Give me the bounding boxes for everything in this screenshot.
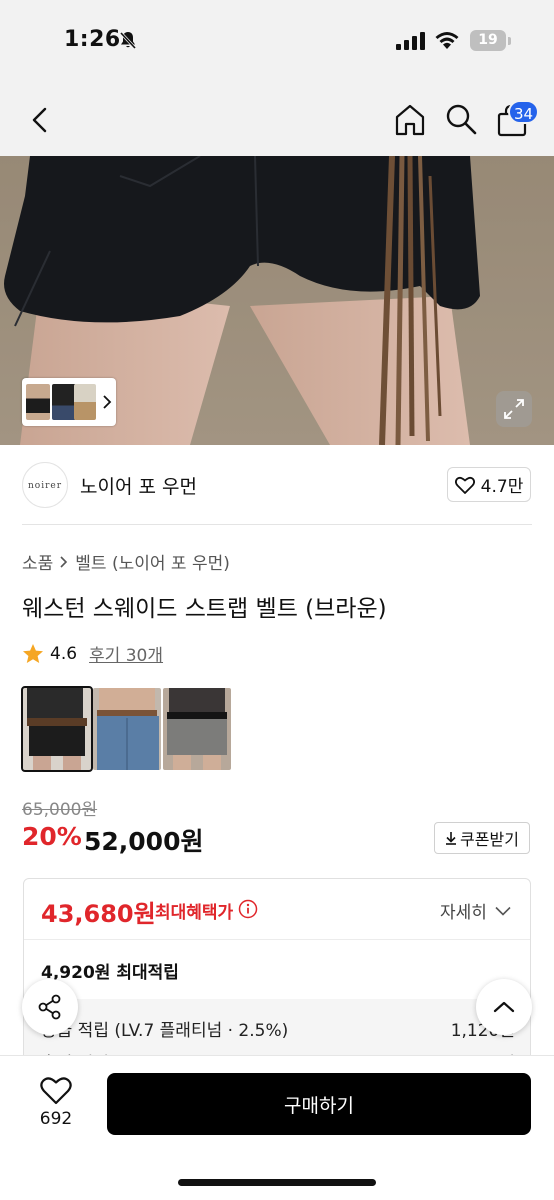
discount-rate: 20%	[22, 822, 82, 851]
review-link[interactable]: 후기 30개	[89, 641, 163, 666]
chevron-right-icon	[60, 555, 68, 568]
coupon-label: 쿠폰받기	[460, 830, 519, 849]
heart-icon	[454, 476, 475, 494]
info-icon[interactable]	[238, 899, 258, 919]
cart-count-badge[interactable]: 34	[508, 100, 540, 124]
back-arrow-icon[interactable]	[24, 102, 58, 138]
gallery-thumbnail-strip[interactable]	[22, 378, 116, 426]
chevron-up-icon	[493, 1001, 515, 1013]
expand-icon	[504, 399, 524, 419]
gallery-thumbnail[interactable]	[26, 384, 50, 420]
home-indicator	[178, 1179, 376, 1186]
points-row: 등급 적립 (LV.7 플래티넘 · 2.5%) 1,120원	[41, 1016, 515, 1041]
buy-button[interactable]: 구매하기	[107, 1073, 531, 1135]
option-thumbnail[interactable]	[93, 688, 161, 770]
product-title: 웨스턴 스웨이드 스트랩 벨트 (브라운)	[22, 596, 387, 622]
benefit-summary-box: 43,680원 최대혜택가 자세히 4,920원 최대적립 등급 적립 (LV.…	[23, 878, 531, 1078]
brand-logo[interactable]: noirer	[22, 462, 68, 508]
rating-score: 4.6	[50, 643, 78, 664]
divider	[22, 524, 532, 525]
download-icon	[446, 832, 457, 845]
max-benefit-label: 최대혜택가	[155, 903, 234, 923]
heart-icon[interactable]	[40, 1076, 72, 1106]
detail-label: 자세히	[440, 903, 487, 923]
chevron-down-icon	[495, 906, 511, 916]
breadcrumb-item[interactable]: 벨트 (노이어 포 우먼)	[75, 549, 230, 574]
coupon-download-button[interactable]: 쿠폰받기	[434, 822, 530, 854]
share-icon	[38, 994, 61, 1020]
search-icon[interactable]	[444, 102, 478, 136]
max-benefit-price: 43,680원	[41, 900, 156, 928]
wish-count: 692	[39, 1109, 73, 1129]
sale-price: 52,000원	[84, 827, 204, 856]
scroll-top-button[interactable]	[476, 979, 532, 1035]
option-image	[163, 688, 231, 770]
max-points: 4,920원 최대적립	[41, 963, 179, 983]
star-icon	[23, 643, 43, 663]
top-nav-bar	[0, 84, 554, 156]
wifi-icon	[435, 32, 459, 49]
breadcrumb: 소품 벨트 (노이어 포 우먼)	[22, 549, 230, 574]
bell-slash-icon	[119, 31, 137, 50]
status-bar: 1:26 19	[0, 0, 554, 84]
divider	[24, 939, 530, 940]
original-price: 65,000원	[22, 800, 98, 820]
brand-like-count: 4.7만	[480, 477, 524, 497]
gallery-thumbnail[interactable]	[74, 384, 96, 420]
brand-like-button[interactable]: 4.7만	[447, 467, 531, 502]
breadcrumb-item[interactable]: 소품	[22, 549, 53, 574]
option-image	[23, 688, 91, 770]
option-image	[93, 688, 161, 770]
option-thumbnail[interactable]	[163, 688, 231, 770]
share-button[interactable]	[22, 979, 78, 1035]
battery-tip	[508, 37, 511, 45]
option-thumbnail-selected[interactable]	[21, 686, 93, 772]
cellular-signal-icon	[396, 32, 425, 50]
rating-summary: 4.6 후기 30개	[22, 641, 163, 666]
brand-name[interactable]: 노이어 포 우먼	[80, 472, 197, 499]
expand-button[interactable]	[496, 391, 532, 427]
chevron-right-icon[interactable]	[102, 393, 112, 411]
points-row-label: 등급 적립 (LV.7 플래티넘 · 2.5%)	[41, 1021, 289, 1041]
benefit-detail-toggle[interactable]: 자세히	[440, 898, 511, 923]
status-time: 1:26	[64, 27, 121, 52]
gallery-thumbnail[interactable]	[52, 384, 76, 420]
battery-icon: 19	[470, 30, 506, 51]
home-icon[interactable]	[392, 102, 428, 138]
